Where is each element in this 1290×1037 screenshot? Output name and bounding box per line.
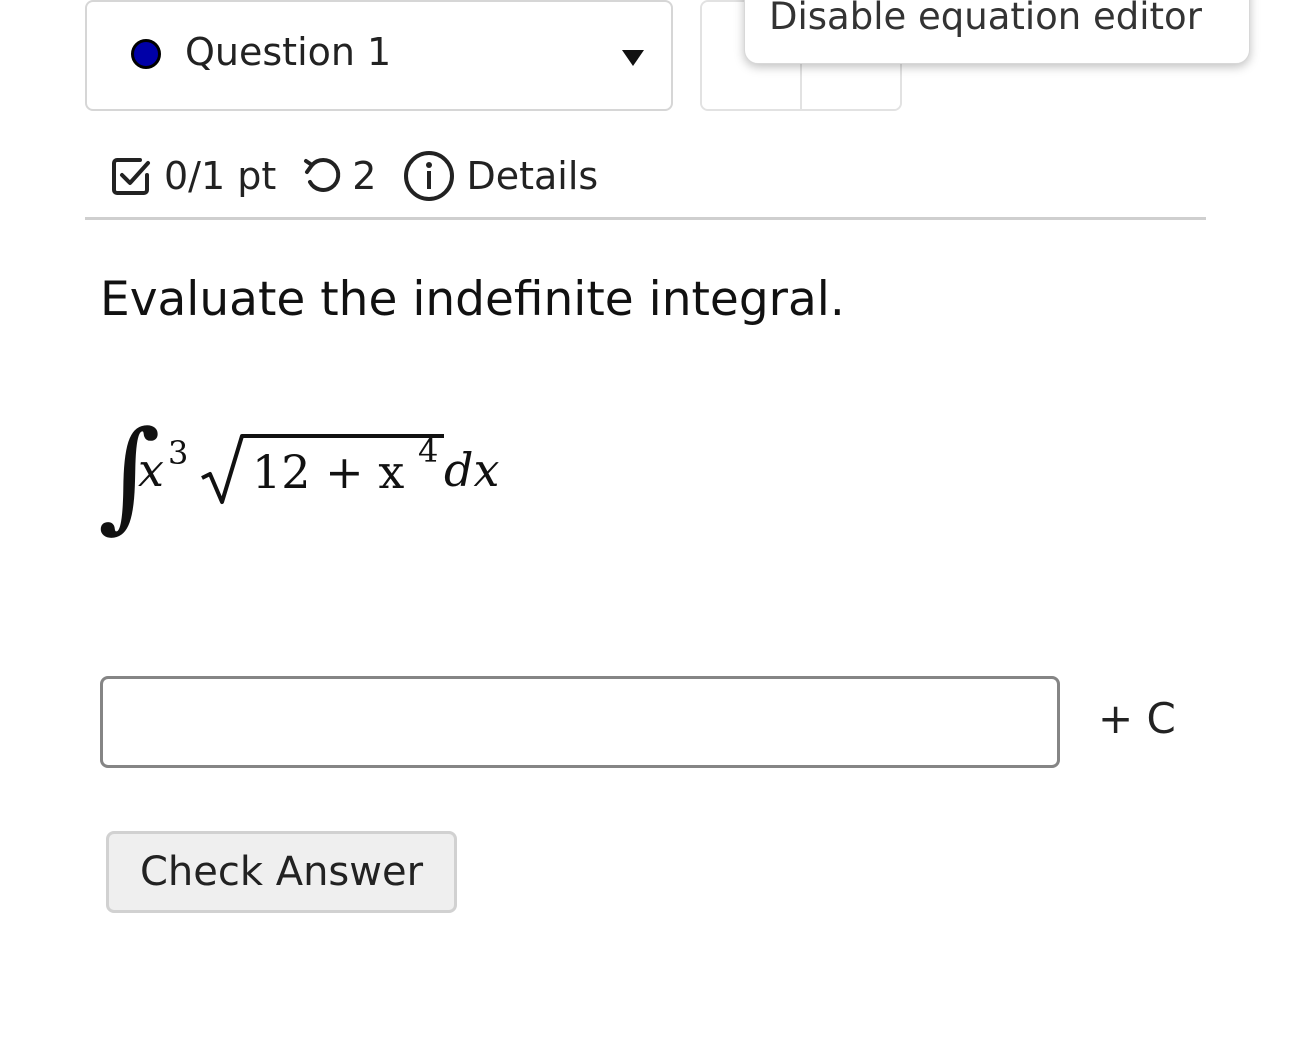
attempts-count: 2 [352,154,377,198]
info-icon[interactable] [402,149,456,203]
question-prompt: Evaluate the indefinite integral. [100,272,845,327]
math-radicand: 12 + x [252,445,404,499]
status-dot-icon [131,39,161,69]
equation-editor-tooltip: Disable equation editor [744,0,1250,64]
points-text: 0/1 pt [164,154,277,198]
question-selector[interactable]: Question 1 [85,0,673,111]
check-answer-button[interactable]: Check Answer [106,831,457,913]
question-meta: 0/1 pt 2 Details [110,148,598,204]
checkbox-icon [110,155,152,197]
constant-suffix: + C [1098,694,1176,743]
answer-input[interactable] [100,676,1060,768]
question-label: Question 1 [185,30,392,74]
details-link[interactable]: Details [466,154,598,198]
tooltip-text: Disable equation editor [769,0,1202,38]
retry-icon [302,155,344,197]
integral-expression: ∫ x 3 12 + x 4 dx [98,398,518,548]
chevron-down-icon [622,50,644,66]
math-exponent-4: 4 [418,432,438,470]
divider [85,217,1206,220]
math-differential: dx [444,443,499,497]
math-x: x [138,443,164,497]
math-exponent-3: 3 [168,434,188,472]
